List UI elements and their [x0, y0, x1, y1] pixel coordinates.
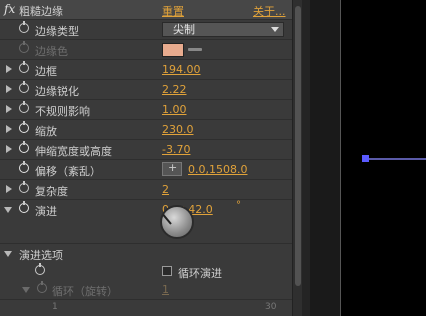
- prop-fractal-influence: 不规则影响 1.00: [0, 100, 292, 120]
- prop-label: 不规则影响: [35, 105, 90, 118]
- prop-complexity: 复杂度 2: [0, 180, 292, 200]
- prop-label: 边缘锐化: [35, 85, 79, 98]
- effect-name: 粗糙边缘: [19, 5, 63, 18]
- expand-triangle-icon[interactable]: [6, 105, 12, 113]
- stopwatch-icon[interactable]: [19, 41, 29, 53]
- prop-stretch: 伸缩宽度或高度 -3.70: [0, 140, 292, 160]
- chevron-down-icon: [271, 27, 279, 32]
- scale-min: 1: [52, 302, 58, 312]
- prop-value[interactable]: 230.0: [162, 123, 194, 136]
- effect-header[interactable]: fx 粗糙边缘 重置 关于...: [0, 0, 292, 20]
- checkbox-label: 循环演进: [178, 267, 222, 280]
- prop-label: 伸缩宽度或高度: [35, 145, 112, 158]
- collapse-triangle-icon[interactable]: [22, 287, 30, 293]
- stopwatch-icon[interactable]: [19, 101, 29, 113]
- motion-path-line: [367, 158, 426, 160]
- prop-label: 复杂度: [35, 185, 68, 198]
- stopwatch-icon[interactable]: [19, 61, 29, 73]
- stopwatch-icon[interactable]: [19, 141, 29, 153]
- expand-triangle-icon[interactable]: [6, 65, 12, 73]
- collapse-triangle-icon[interactable]: [4, 251, 12, 257]
- fx-toggle[interactable]: fx: [4, 2, 15, 16]
- stopwatch-icon[interactable]: [19, 81, 29, 93]
- evolution-angle-dial[interactable]: [160, 205, 194, 239]
- prop-edge-type: 边缘类型 尖制: [0, 20, 292, 40]
- expand-triangle-icon[interactable]: [6, 145, 12, 153]
- group-label: 演进选项: [19, 249, 63, 262]
- edge-type-dropdown[interactable]: 尖制: [162, 22, 284, 37]
- stopwatch-icon[interactable]: [19, 21, 29, 33]
- offset-control-point[interactable]: [362, 155, 369, 162]
- reset-link[interactable]: 重置: [162, 3, 184, 19]
- expand-triangle-icon[interactable]: [6, 125, 12, 133]
- stopwatch-icon[interactable]: [19, 121, 29, 133]
- prop-label: 边缘色: [35, 45, 68, 58]
- prop-value[interactable]: -3.70: [162, 143, 190, 156]
- prop-label: 偏移（紊乱）: [35, 165, 101, 178]
- prop-value[interactable]: 2: [162, 183, 169, 196]
- prop-value[interactable]: 194.00: [162, 63, 201, 76]
- about-link[interactable]: 关于...: [253, 3, 286, 19]
- prop-label: 边缘类型: [35, 25, 79, 38]
- cycle-revolutions-row: 循环（旋转） 1: [0, 280, 292, 300]
- scale-max: 30: [265, 302, 277, 312]
- prop-value[interactable]: 0.0,1508.0: [188, 163, 247, 176]
- prop-border: 边框 194.00: [0, 60, 292, 80]
- eyedropper-icon[interactable]: [188, 48, 202, 51]
- stopwatch-icon[interactable]: [19, 201, 29, 213]
- cycle-evolution-row: 循环演进: [0, 262, 292, 282]
- prop-edge-color: 边缘色: [0, 40, 292, 60]
- prop-evolution: 演进 0x +42.0 °: [0, 200, 292, 244]
- prop-offset: 偏移（紊乱） 0.0,1508.0: [0, 160, 292, 180]
- collapse-triangle-icon[interactable]: [4, 207, 12, 213]
- color-swatch[interactable]: [162, 43, 184, 57]
- point-target-button[interactable]: [162, 161, 182, 176]
- prop-label: 循环（旋转）: [52, 285, 118, 298]
- expand-triangle-icon[interactable]: [6, 85, 12, 93]
- cycle-evolution-checkbox[interactable]: [162, 266, 172, 276]
- stopwatch-icon[interactable]: [19, 161, 29, 173]
- scrollbar-thumb[interactable]: [295, 6, 301, 286]
- prop-edge-sharpness: 边缘锐化 2.22: [0, 80, 292, 100]
- degree-unit: °: [236, 200, 241, 211]
- dropdown-value: 尖制: [173, 23, 195, 36]
- prop-scale: 缩放 230.0: [0, 120, 292, 140]
- evolution-options-group[interactable]: 演进选项: [0, 244, 292, 264]
- prop-label: 演进: [35, 205, 57, 218]
- panel-divider[interactable]: [302, 0, 310, 316]
- stopwatch-icon[interactable]: [35, 263, 45, 275]
- prop-value[interactable]: 1: [162, 283, 169, 296]
- expand-triangle-icon[interactable]: [6, 185, 12, 193]
- prop-value[interactable]: 2.22: [162, 83, 187, 96]
- dial-needle: [162, 214, 172, 225]
- prop-value[interactable]: 1.00: [162, 103, 187, 116]
- prop-label: 边框: [35, 65, 57, 78]
- stopwatch-icon[interactable]: [19, 181, 29, 193]
- prop-label: 缩放: [35, 125, 57, 138]
- stopwatch-icon[interactable]: [37, 281, 47, 293]
